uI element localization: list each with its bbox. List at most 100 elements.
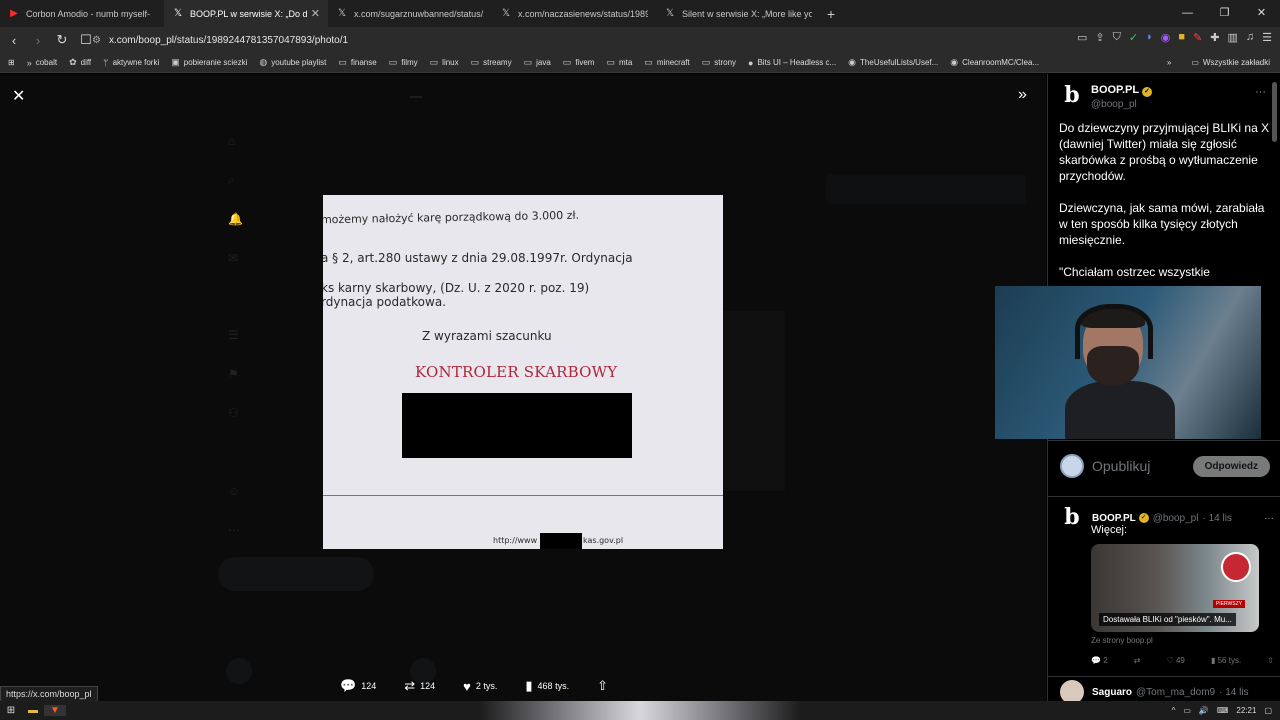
brave-browser-icon[interactable]: ▼ (44, 705, 66, 716)
puzzle-icon[interactable]: ✚ (1210, 31, 1219, 44)
folder-icon: ▭ (523, 57, 533, 67)
share-icon[interactable]: ⇧ (1267, 656, 1274, 665)
link-card[interactable]: PIERWSZY Dostawała BLIKi od "piesków". M… (1091, 544, 1259, 632)
bookmark-folder[interactable]: ▭ streamy (471, 57, 512, 68)
extension-icon[interactable]: ◗ (1146, 31, 1153, 44)
bookmark-folder[interactable]: ▭ strony (702, 57, 736, 68)
scrollbar[interactable] (1272, 82, 1277, 142)
restore-button[interactable]: ❐ (1206, 0, 1243, 27)
cobalt-icon: » (26, 57, 32, 68)
bookmark-item[interactable]: ◉ TheUsefulLists/Usef... (848, 57, 938, 68)
tab-title: BOOP.PL w serwisie X: „Do dziew (190, 8, 307, 19)
bookmark-item[interactable]: ◍ youtube playlist (259, 57, 326, 68)
user-avatar[interactable] (1060, 454, 1084, 478)
tab-youtube[interactable]: ▶ Corbon Amodio - numb myself- (0, 0, 164, 27)
tab-sugarznuwbanned[interactable]: 𝕏 x.com/sugarznuwbanned/status/198 (328, 0, 492, 27)
clock[interactable]: 22:21 (1236, 706, 1256, 715)
reply-time: · 14 lis (1202, 512, 1232, 524)
chevron-right-icon[interactable]: » (1167, 58, 1171, 67)
ghost-sidebar-item: ⋯ (228, 523, 240, 537)
file-explorer-icon[interactable]: ▬ (22, 705, 44, 716)
bookmark-item[interactable]: ● Bits UI – Headless c... (748, 58, 836, 68)
check-icon[interactable]: ✓ (1129, 31, 1138, 44)
bookmark-item[interactable]: ▣ pobieranie sciezki (171, 57, 247, 68)
repost-button[interactable]: ⇄ 124 (404, 678, 435, 694)
extension-icon[interactable]: ✎ (1193, 31, 1202, 44)
bookmark-folder[interactable]: ▭ finanse (338, 57, 376, 68)
all-bookmarks[interactable]: » ▭ Wszystkie zakładki (1167, 58, 1270, 67)
github-icon: ◉ (950, 57, 959, 67)
reply-button[interactable]: 💬 2 (1091, 656, 1108, 665)
avatar[interactable]: b (1060, 84, 1084, 108)
repost-icon: ⇄ (404, 678, 416, 693)
views-button[interactable]: ▮ 468 tys. (525, 678, 569, 694)
language-icon[interactable]: ⌨ (1217, 706, 1229, 715)
bookmark-label: diff (80, 58, 92, 67)
bookmark-item[interactable]: » cobalt (27, 58, 57, 68)
url-bar[interactable]: ⚙ x.com/boop_pl/status/19892447813570478… (92, 30, 1002, 50)
bookmark-item[interactable]: ✿ diff (69, 57, 91, 68)
extension-icon[interactable]: ■ (1178, 31, 1185, 44)
bookmark-item[interactable]: ᛘ aktywne forki (103, 58, 159, 68)
redaction-box (540, 533, 582, 549)
avatar[interactable] (1060, 680, 1084, 701)
collapse-panel-icon[interactable]: » (1018, 86, 1027, 104)
avatar[interactable]: b (1060, 506, 1084, 530)
close-icon[interactable]: ✕ (12, 86, 25, 106)
close-window-button[interactable]: ✕ (1243, 0, 1280, 27)
tweet-photo[interactable]: możemy nałożyć karę porządkową do 3.000 … (323, 195, 723, 549)
tab-silent[interactable]: 𝕏 Silent w serwisie X: „More like you're (656, 0, 820, 27)
chevron-up-icon[interactable]: ^ (1172, 706, 1176, 715)
minimize-button[interactable]: — (1169, 0, 1206, 27)
close-tab-icon[interactable]: ✕ (311, 7, 320, 20)
photo-text-line: Z wyrazami szacunku (422, 329, 552, 343)
tweet-author[interactable]: b BOOP.PL ✓ @boop_pl (1060, 84, 1153, 110)
tab-naczasienews[interactable]: 𝕏 x.com/naczasienews/status/1989756 (492, 0, 656, 27)
site-info-icon[interactable]: ⚙ (92, 35, 101, 46)
repost-icon[interactable]: ⇄ (1134, 656, 1141, 665)
volume-icon[interactable]: 🔊 (1199, 706, 1209, 715)
bookmark-folder[interactable]: ▭ mta (606, 57, 632, 68)
bookmark-folder[interactable]: ▭ linux (430, 57, 459, 68)
ghost-sidebar-item: ⚑ (228, 367, 239, 381)
share-icon[interactable]: ⇪ (1095, 31, 1104, 44)
bookmark-label: mta (618, 58, 633, 67)
bookmark-folder[interactable]: ▭ filmy (389, 57, 418, 68)
shield-icon[interactable]: ⛉ (1113, 31, 1121, 44)
x-icon: 𝕏 (665, 8, 675, 19)
network-icon[interactable]: ▭ (1183, 706, 1191, 715)
more-options-icon[interactable]: ··· (1255, 86, 1266, 98)
webcam-overlay (995, 286, 1261, 439)
sidebar-icon[interactable]: ▥ (1227, 31, 1237, 44)
music-icon[interactable]: ♫ (1246, 31, 1254, 44)
reply-button[interactable]: 💬 124 (340, 678, 376, 694)
more-options-icon[interactable]: ··· (1264, 513, 1274, 524)
bookmark-item[interactable]: ◉ CleanroomMC/Clea... (950, 57, 1039, 68)
bookmark-folder[interactable]: ▭ minecraft (644, 57, 689, 68)
reply-count: 124 (361, 681, 377, 691)
reply-tweet[interactable]: Saguaro @Tom_ma_dom9 · 14 lis (1060, 680, 1249, 701)
heart-icon: ♥ (463, 678, 471, 694)
bookmark-label: strony (714, 58, 737, 67)
bookmark-label: java (536, 58, 551, 67)
views-button[interactable]: ▮ 56 tys. (1211, 656, 1241, 665)
bookmark-folder[interactable]: ▭ fivem (563, 57, 595, 68)
apps-icon[interactable]: ⊞ (8, 58, 15, 67)
share-button[interactable]: ⇧ (597, 678, 608, 694)
like-button[interactable]: ♡ 49 (1167, 656, 1185, 665)
menu-icon[interactable]: ☰ (1262, 31, 1272, 44)
like-button[interactable]: ♥ 2 tys. (463, 679, 497, 694)
reply-submit-button[interactable]: Odpowiedz (1192, 455, 1270, 477)
cast-icon[interactable]: ▭ (1077, 31, 1087, 44)
notification-icon[interactable]: ▢ (1264, 706, 1272, 715)
new-tab-button[interactable]: + (820, 6, 842, 22)
windows-start-icon[interactable]: ⊞ (0, 705, 22, 716)
back-icon[interactable]: ‹ (4, 33, 24, 48)
reply-tweet[interactable]: b BOOP.PL ✓ @boop_pl · 14 lis ··· Więcej… (1060, 506, 1274, 665)
forward-icon[interactable]: › (28, 33, 48, 48)
extension-icon[interactable]: ◉ (1161, 31, 1171, 44)
reload-icon[interactable]: ↻ (52, 32, 72, 48)
bookmark-folder[interactable]: ▭ java (524, 57, 551, 68)
reply-input[interactable]: Opublikuj (1092, 458, 1150, 474)
tab-boop-active[interactable]: 𝕏 BOOP.PL w serwisie X: „Do dziew ✕ (164, 0, 328, 27)
